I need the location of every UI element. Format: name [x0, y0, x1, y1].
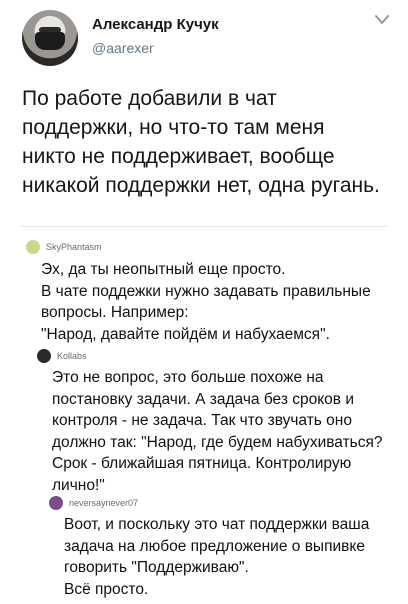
divider — [20, 226, 388, 227]
author-avatar[interactable] — [22, 10, 78, 66]
comment-text: Воот, и поскольку это чат поддержки ваша… — [64, 516, 370, 598]
comment-text: Это не вопрос, это больше похоже на пост… — [52, 369, 383, 494]
commenter-username[interactable]: SkyPhantasm — [46, 242, 102, 252]
commenter-avatar[interactable] — [49, 496, 63, 510]
commenter-username[interactable]: Kollabs — [57, 351, 87, 361]
author-handle[interactable]: @aarexer — [92, 40, 154, 56]
commenter-avatar[interactable] — [26, 240, 40, 254]
tweet-header: Александр Кучук @aarexer — [22, 10, 392, 66]
chevron-down-icon[interactable] — [372, 12, 392, 28]
comment-text: Эх, да ты неопытный еще просто. В чате п… — [41, 261, 371, 343]
commenter-avatar[interactable] — [37, 349, 51, 363]
commenter-username[interactable]: neversaynever07 — [69, 498, 138, 508]
tweet-text: По работе добавили в чат поддержки, но ч… — [22, 87, 380, 197]
author-name[interactable]: Александр Кучук — [92, 16, 219, 33]
avatar-face-mask — [35, 32, 65, 50]
